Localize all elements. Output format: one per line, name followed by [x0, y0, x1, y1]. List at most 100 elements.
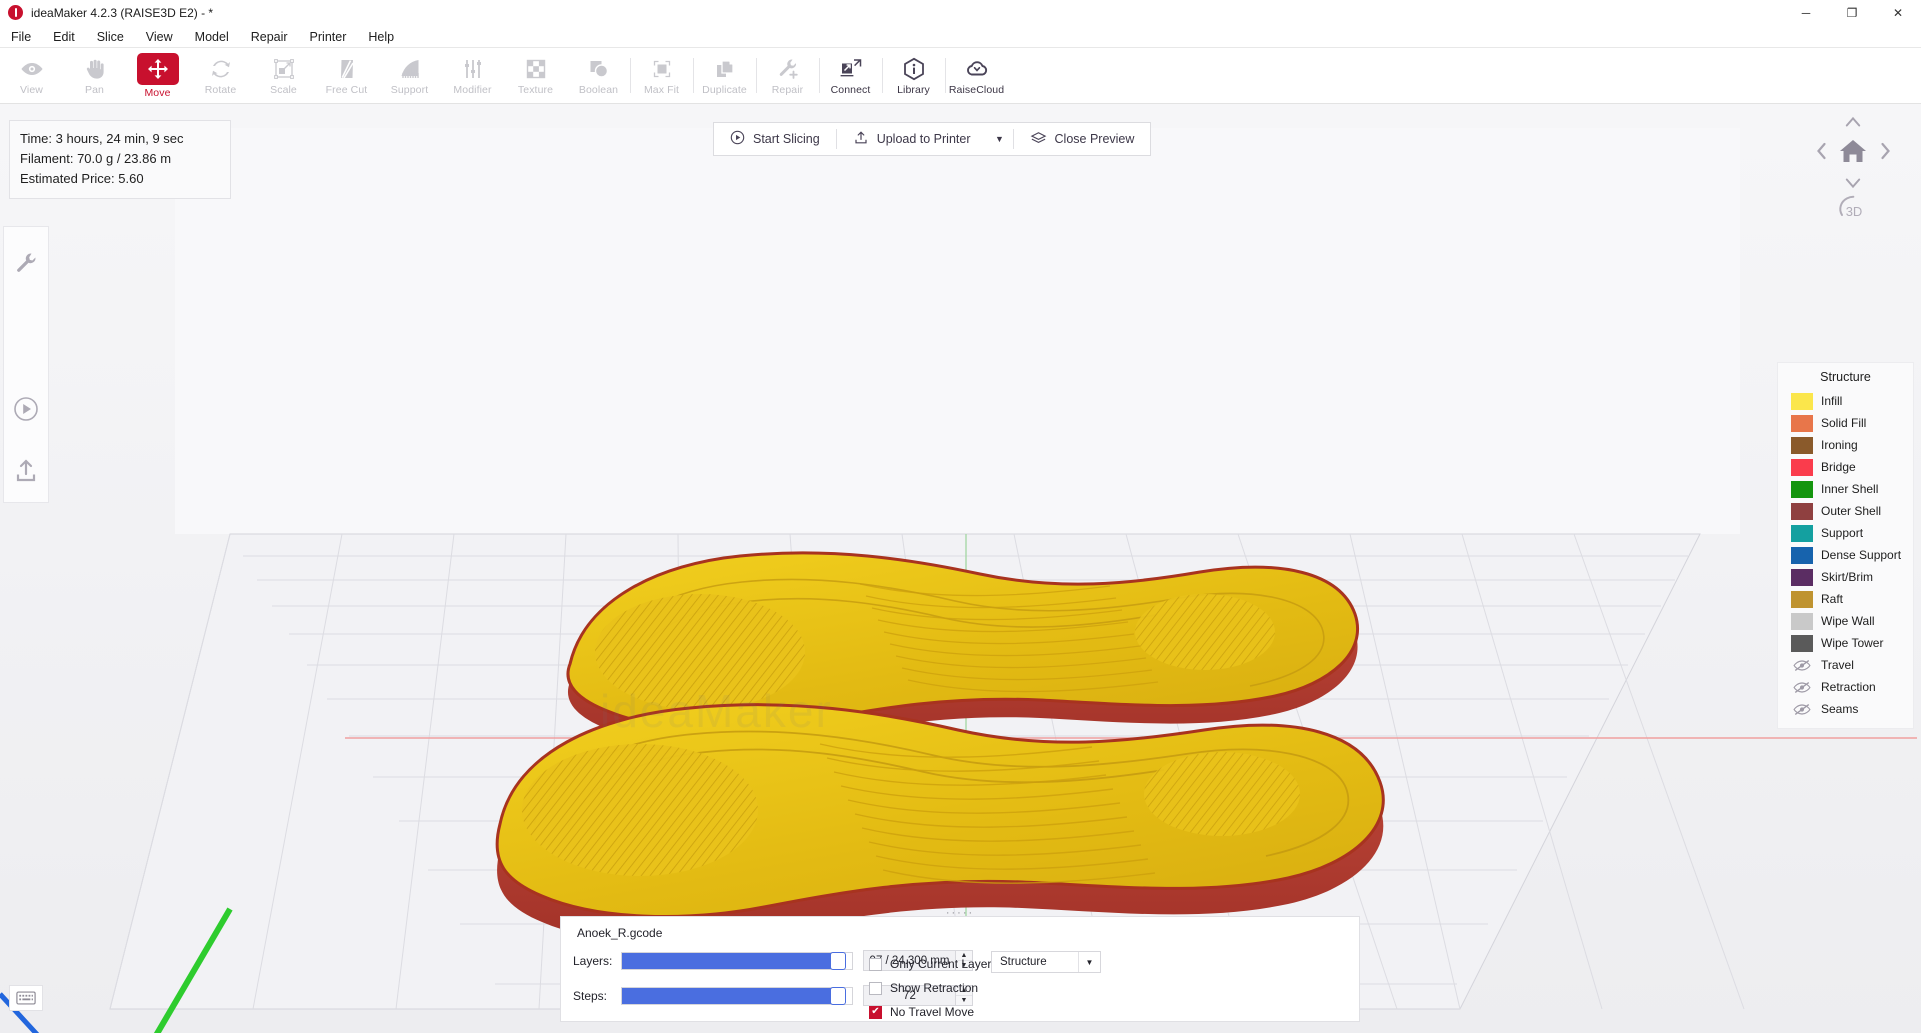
- legend-row[interactable]: Infill: [1778, 390, 1913, 412]
- tool-label: Free Cut: [325, 83, 368, 96]
- upload-to-printer-label: Upload to Printer: [876, 132, 971, 146]
- tool-label: Modifier: [453, 83, 492, 96]
- tool-connect[interactable]: Connect: [819, 48, 882, 103]
- tool-label: Duplicate: [702, 83, 747, 96]
- legend-color-swatch: [1791, 568, 1813, 586]
- tool-label: Repair: [771, 83, 804, 96]
- info-time: Time: 3 hours, 24 min, 9 sec: [20, 131, 184, 146]
- menu-item-model[interactable]: Model: [184, 27, 240, 47]
- option-row[interactable]: Show Retraction: [869, 976, 991, 1000]
- upload-to-printer-button[interactable]: Upload to Printer: [837, 123, 987, 155]
- wrench-icon: [17, 253, 36, 272]
- nav-left-button[interactable]: [1813, 142, 1829, 160]
- nav-3d-toggle-button[interactable]: 3D: [1833, 195, 1875, 227]
- option-row[interactable]: No Travel Move: [869, 1000, 991, 1024]
- view-mode-select[interactable]: Structure ▼: [991, 951, 1101, 973]
- legend-label: Bridge: [1821, 460, 1856, 474]
- menu-item-printer[interactable]: Printer: [299, 27, 358, 47]
- play-preview-button[interactable]: [3, 378, 49, 440]
- legend-color-swatch: [1791, 392, 1813, 410]
- legend-row[interactable]: Inner Shell: [1778, 478, 1913, 500]
- view-navigation-widget: 3D: [1799, 109, 1907, 239]
- model-insole-front[interactable]: [495, 703, 1385, 943]
- legend-row[interactable]: Ironing: [1778, 434, 1913, 456]
- nav-up-button[interactable]: [1845, 113, 1861, 129]
- tool-label: Max Fit: [643, 83, 680, 96]
- gcode-filename: Anoek_R.gcode: [577, 926, 663, 940]
- legend-row[interactable]: Bridge: [1778, 456, 1913, 478]
- viewport-3d[interactable]: ideaMaker Time: 3 hours, 24 min, 9 sec F…: [0, 104, 1921, 1033]
- close-preview-label: Close Preview: [1054, 132, 1135, 146]
- layers-slider[interactable]: [621, 951, 853, 970]
- library-info-icon: [903, 57, 924, 80]
- start-slicing-button[interactable]: Start Slicing: [714, 123, 836, 155]
- nav-down-button[interactable]: [1845, 175, 1861, 191]
- tool-label: Support: [390, 83, 429, 96]
- legend-row[interactable]: Skirt/Brim: [1778, 566, 1913, 588]
- menu-item-help[interactable]: Help: [357, 27, 405, 47]
- tool-library[interactable]: Library: [882, 48, 945, 103]
- steps-slider[interactable]: [621, 986, 853, 1005]
- play-circle-icon: [14, 397, 38, 421]
- modifier-icon: [460, 56, 486, 82]
- close-button[interactable]: ✕: [1875, 0, 1921, 26]
- support-icon: [401, 59, 419, 78]
- panel-drag-handle[interactable]: ·····: [561, 907, 1359, 919]
- menu-item-file[interactable]: File: [0, 27, 42, 47]
- eye-off-icon[interactable]: [1791, 657, 1813, 674]
- hand-icon: [82, 56, 108, 82]
- menu-item-view[interactable]: View: [135, 27, 184, 47]
- export-gcode-button[interactable]: [3, 440, 49, 502]
- eye-off-icon[interactable]: [1791, 679, 1813, 696]
- tool-duplicate: Duplicate: [693, 48, 756, 103]
- toolbar-separator: [945, 58, 946, 93]
- minimize-button[interactable]: ─: [1783, 0, 1829, 26]
- steps-label: Steps:: [573, 988, 608, 1003]
- legend-label: Inner Shell: [1821, 482, 1879, 496]
- title-bar: ideaMaker 4.2.3 (RAISE3D E2) - * ─ ❐ ✕: [0, 0, 1921, 26]
- legend-row[interactable]: Raft: [1778, 588, 1913, 610]
- legend-color-swatch: [1791, 590, 1813, 608]
- tool-rotate: Rotate: [189, 48, 252, 103]
- settings-wrench-button[interactable]: [3, 231, 49, 293]
- menu-item-repair[interactable]: Repair: [240, 27, 299, 47]
- legend-row[interactable]: Seams: [1778, 698, 1913, 720]
- option-label: Only Current Layer: [890, 957, 992, 971]
- legend-color-swatch: [1791, 480, 1813, 498]
- legend-row[interactable]: Dense Support: [1778, 544, 1913, 566]
- nav-right-button[interactable]: [1877, 142, 1893, 160]
- nav-3d-label: 3D: [1845, 203, 1863, 219]
- eye-off-icon[interactable]: [1791, 701, 1813, 718]
- legend-row[interactable]: Support: [1778, 522, 1913, 544]
- checkbox-show-retraction[interactable]: [869, 981, 882, 995]
- checkbox-only-current-layer[interactable]: [869, 957, 882, 971]
- view-mode-value: Structure: [1000, 956, 1047, 968]
- legend-row[interactable]: Outer Shell: [1778, 500, 1913, 522]
- checkbox-no-travel-move[interactable]: [869, 1005, 882, 1019]
- upload-dropdown-caret-icon[interactable]: ▼: [987, 123, 1013, 155]
- legend-row[interactable]: Solid Fill: [1778, 412, 1913, 434]
- close-preview-button[interactable]: Close Preview: [1014, 123, 1151, 155]
- eye-icon: [19, 56, 45, 82]
- option-row[interactable]: Only Current Layer: [869, 952, 991, 976]
- gcode-preview-panel: ····· Anoek_R.gcode Layers: 97 / 24.300 …: [560, 907, 1360, 1024]
- legend-color-swatch: [1791, 524, 1813, 542]
- nav-home-button[interactable]: [1837, 135, 1869, 167]
- layers-label: Layers:: [573, 953, 613, 968]
- tool-scale: Scale: [252, 48, 315, 103]
- legend-row[interactable]: Wipe Wall: [1778, 610, 1913, 632]
- legend-row[interactable]: Retraction: [1778, 676, 1913, 698]
- layers-icon: [1030, 130, 1047, 148]
- modifier-icon: [464, 59, 481, 78]
- legend-row[interactable]: Wipe Tower: [1778, 632, 1913, 654]
- tool-label: View: [20, 83, 43, 96]
- maximize-button[interactable]: ❐: [1829, 0, 1875, 26]
- tool-move[interactable]: Move: [126, 48, 189, 103]
- upload-tray-icon: [853, 130, 869, 149]
- scale-icon: [271, 56, 297, 82]
- menu-item-edit[interactable]: Edit: [42, 27, 86, 47]
- tool-raisecloud[interactable]: RaiseCloud: [945, 48, 1008, 103]
- legend-row[interactable]: Travel: [1778, 654, 1913, 676]
- keyboard-shortcuts-button[interactable]: [9, 985, 43, 1011]
- menu-item-slice[interactable]: Slice: [86, 27, 135, 47]
